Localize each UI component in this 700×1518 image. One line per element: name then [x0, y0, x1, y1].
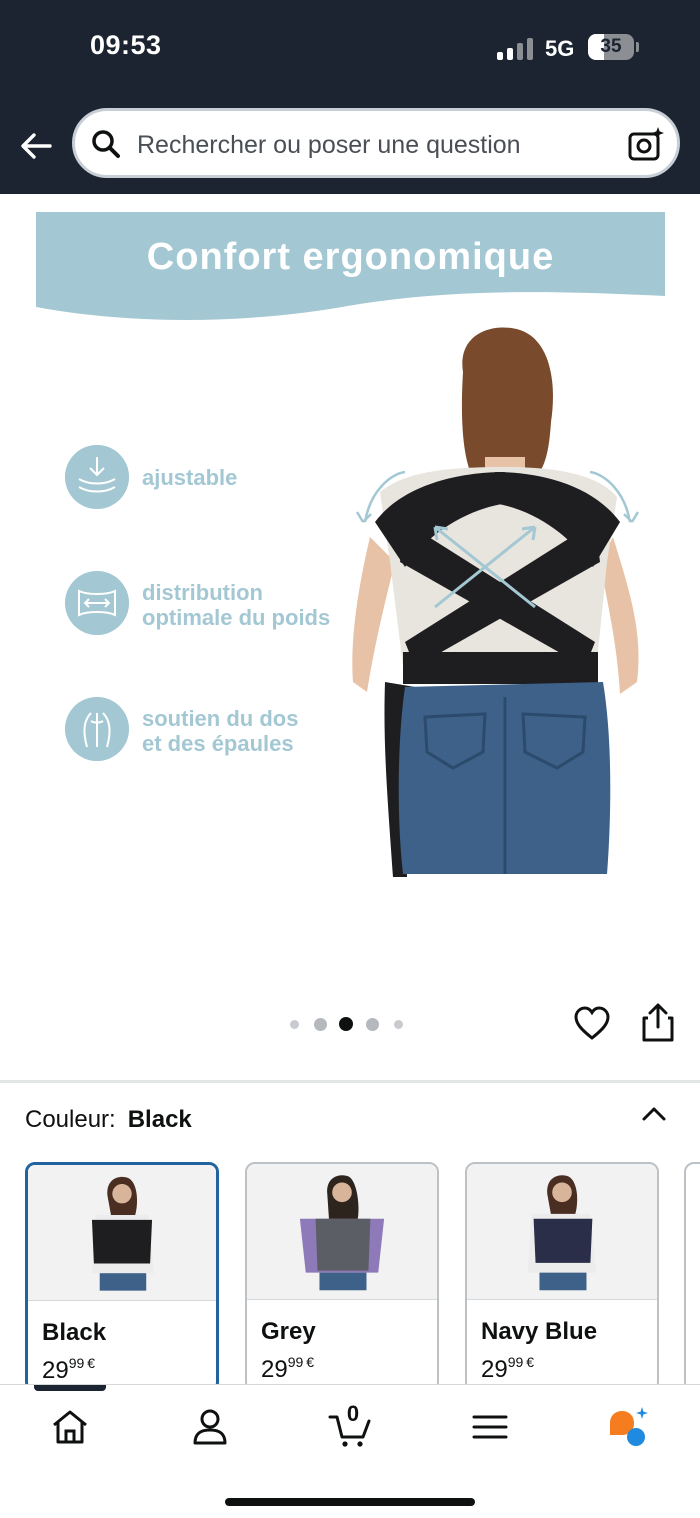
assistant-icon[interactable] [606, 1405, 650, 1449]
swatch-price: 2999 € [481, 1354, 535, 1383]
compress-arrows-icon [65, 445, 129, 509]
signal-icon [497, 36, 535, 60]
color-selector-header: Couleur: Black [25, 1106, 192, 1134]
product-image-carousel[interactable]: Confort ergonomique ajustable distributi… [0, 194, 700, 994]
feature-label: ajustable [142, 465, 238, 490]
selected-color: Black [127, 1106, 192, 1133]
status-time: 09:53 [90, 30, 162, 60]
carousel-dots [289, 1016, 410, 1032]
color-swatch-navy-blue[interactable]: Navy Blue 2999 € [465, 1162, 659, 1392]
swatch-name: Grey [261, 1318, 316, 1345]
swatch-name: Black [42, 1319, 107, 1346]
cart-count: 0 [346, 1401, 360, 1426]
swatch-price: 2999 € [42, 1355, 96, 1384]
swatch-image [467, 1164, 657, 1300]
status-bar: 09:53 5G 35 [0, 0, 700, 96]
swatch-name: Navy Blue [481, 1318, 598, 1345]
carousel-dot[interactable] [313, 1017, 327, 1031]
hero-title: Confort ergonomique [146, 236, 555, 278]
swatch-price: 2999 € [261, 1354, 315, 1383]
carousel-dot-active[interactable] [339, 1017, 353, 1031]
carousel-dot[interactable] [393, 1019, 403, 1029]
back-support-icon [65, 697, 129, 761]
carousel-dot[interactable] [289, 1019, 299, 1029]
network-label: 5G [545, 36, 575, 61]
search-placeholder: Rechercher ou poser une question [137, 131, 521, 159]
active-tab-indicator [34, 1385, 106, 1391]
home-icon[interactable] [48, 1405, 92, 1449]
feature-label-line1: distribution [142, 580, 263, 605]
camera-search-icon[interactable] [627, 125, 665, 163]
heart-icon[interactable] [574, 1006, 610, 1042]
color-swatch-more[interactable] [684, 1162, 700, 1392]
section-divider [0, 1080, 700, 1083]
feature-label-line2: et des épaules [142, 731, 294, 756]
weight-distribution-icon [65, 571, 129, 635]
feature-label-line1: soutien du dos [142, 706, 299, 731]
color-label: Couleur: [25, 1106, 116, 1133]
search-icon [92, 130, 120, 158]
feature-label: soutien du dos et des épaules [142, 706, 298, 756]
feature-label: distribution optimale du poids [142, 580, 330, 630]
share-icon[interactable] [640, 1003, 676, 1043]
swatch-image [28, 1165, 216, 1301]
search-header: Rechercher ou poser une question [0, 96, 700, 194]
chevron-up-icon[interactable] [640, 1100, 668, 1128]
feature-label-line2: optimale du poids [142, 605, 331, 630]
product-photo [352, 327, 640, 877]
battery-icon: 35 [588, 34, 634, 60]
search-input[interactable]: Rechercher ou poser une question [72, 108, 680, 178]
color-swatch-black[interactable]: Black 2999 € [25, 1162, 219, 1392]
menu-icon[interactable] [468, 1405, 512, 1449]
color-swatch-grey[interactable]: Grey 2999 € [245, 1162, 439, 1392]
account-icon[interactable] [188, 1405, 232, 1449]
home-indicator [225, 1498, 475, 1506]
swatch-image [247, 1164, 437, 1300]
back-arrow-icon[interactable] [16, 126, 56, 166]
bottom-navigation: 0 [0, 1384, 700, 1518]
carousel-dot[interactable] [365, 1017, 379, 1031]
battery-level: 35 [600, 36, 622, 57]
